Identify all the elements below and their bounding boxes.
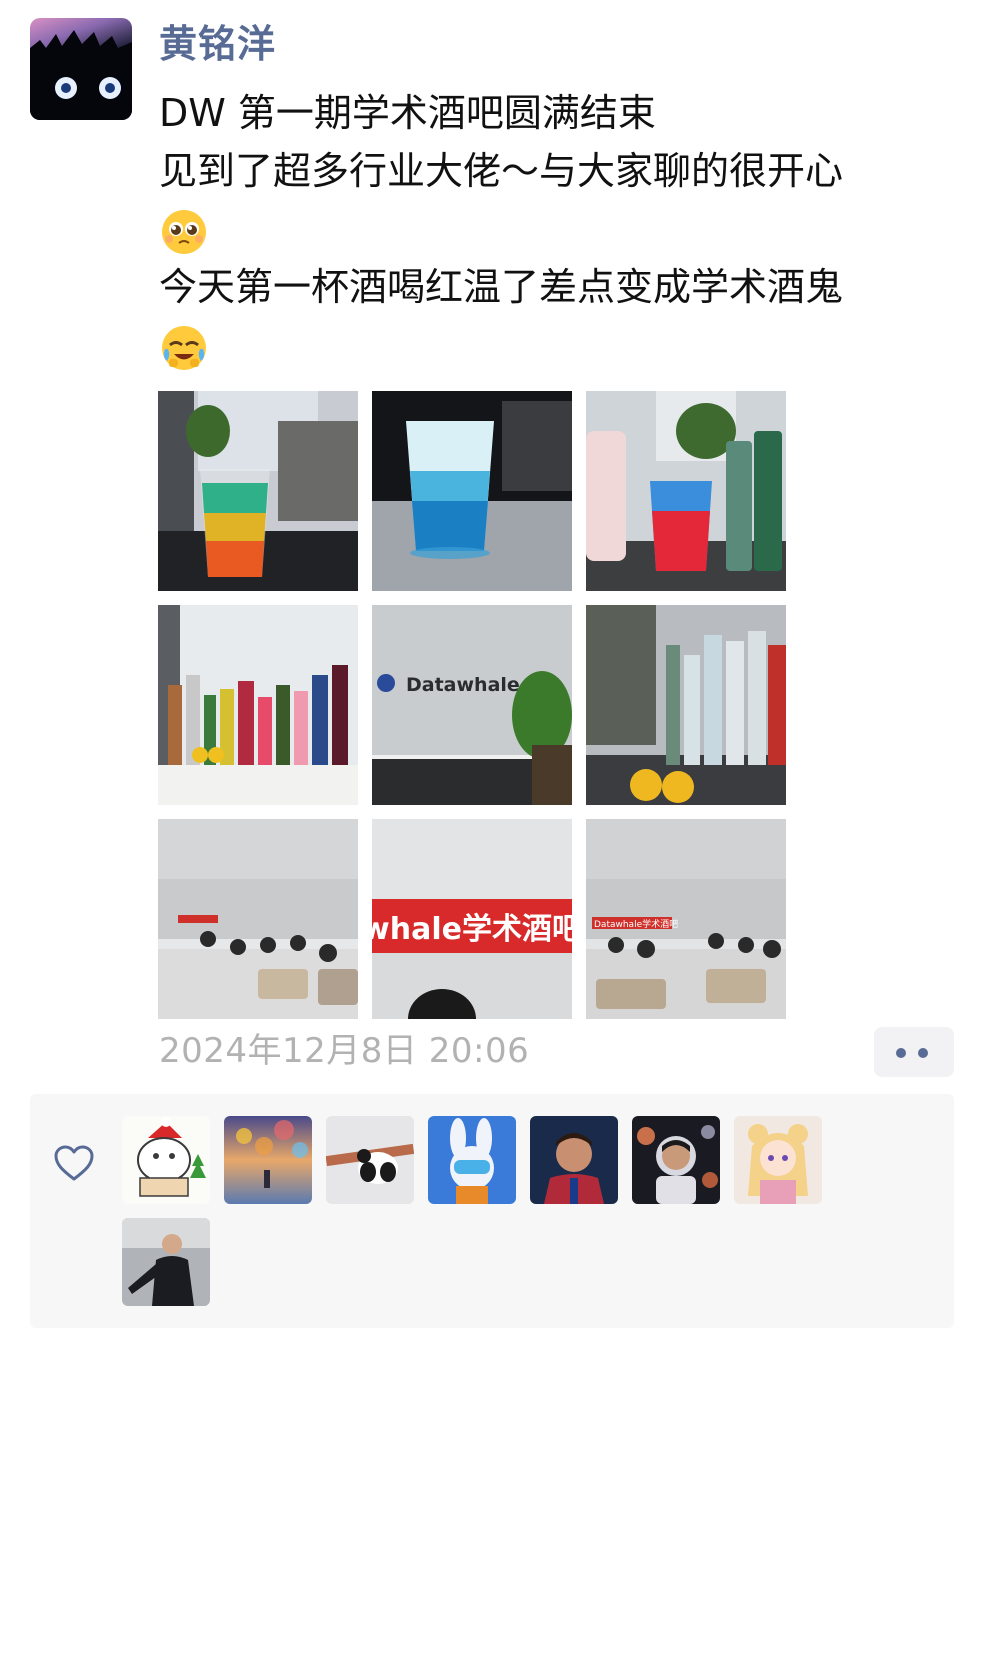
liker-avatars xyxy=(122,1116,842,1306)
banner-text: whale学术酒吧 xyxy=(372,912,572,947)
post-timestamp: 2024年12月8日 20:06 xyxy=(159,1031,530,1071)
photo-event-room-2[interactable]: Datawhale学术酒吧 xyxy=(586,819,786,1019)
face-holding-back-tears-icon xyxy=(162,325,206,370)
banner-small-text: Datawhale学术酒吧 xyxy=(594,918,678,930)
photo-banner[interactable]: whale学术酒吧 xyxy=(372,819,572,1019)
post-line: 今天第一杯酒喝红温了差点变成学术酒鬼 xyxy=(159,265,844,309)
post-text: DW 第一期学术酒吧圆满结束 见到了超多行业大佬～与大家聊的很开心 今天第一杯酒… xyxy=(159,84,959,374)
emoji-line xyxy=(159,200,959,258)
more-dots-icon xyxy=(918,1048,928,1058)
post-line: DW 第一期学术酒吧圆满结束 xyxy=(159,91,656,135)
more-actions-button[interactable] xyxy=(874,1027,954,1077)
liker-avatar[interactable] xyxy=(326,1116,414,1204)
post-line: 见到了超多行业大佬～与大家聊的很开心 xyxy=(159,149,844,193)
photo-red-blue-cocktail[interactable] xyxy=(586,391,786,591)
liker-avatar[interactable] xyxy=(122,1116,210,1204)
liker-avatar[interactable] xyxy=(428,1116,516,1204)
liker-avatar[interactable] xyxy=(530,1116,618,1204)
photo-blue-cocktail[interactable] xyxy=(372,391,572,591)
photo-rainbow-cocktail[interactable] xyxy=(158,391,358,591)
liker-avatar[interactable] xyxy=(122,1218,210,1306)
heart-outline-icon xyxy=(54,1145,94,1181)
liker-avatar[interactable] xyxy=(734,1116,822,1204)
photo-grid: Datawhale whale学术酒吧 Datawhale学术酒吧 xyxy=(158,391,786,1019)
liker-avatar[interactable] xyxy=(632,1116,720,1204)
emoji-line xyxy=(159,316,959,374)
likes-panel xyxy=(30,1094,954,1328)
more-dots-icon xyxy=(896,1048,906,1058)
liker-avatar[interactable] xyxy=(224,1116,312,1204)
photo-bottles-shelf[interactable] xyxy=(158,605,358,805)
author-avatar[interactable] xyxy=(30,18,132,120)
pleading-face-icon xyxy=(162,209,206,254)
datawhale-logo-text: Datawhale xyxy=(406,674,520,696)
author-name[interactable]: 黄铭洋 xyxy=(159,18,276,70)
photo-datawhale-wall[interactable]: Datawhale xyxy=(372,605,572,805)
photo-event-room-1[interactable] xyxy=(158,819,358,1019)
photo-bottles-lemons[interactable] xyxy=(586,605,786,805)
